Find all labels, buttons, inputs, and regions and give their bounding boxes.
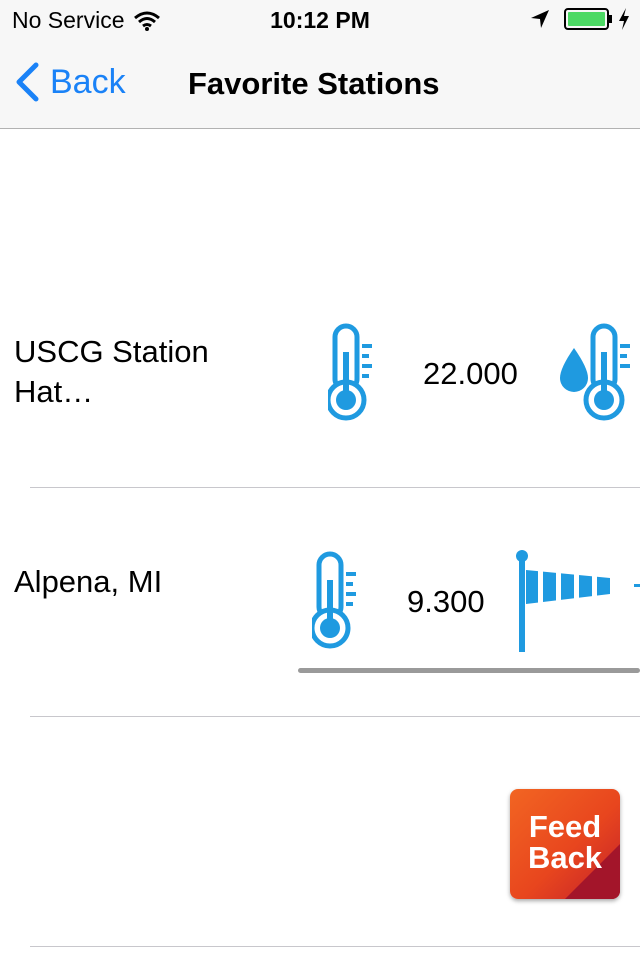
status-right	[530, 8, 630, 30]
water-temperature-icon	[560, 323, 630, 421]
back-label: Back	[50, 62, 126, 101]
station-value: 22.000	[423, 356, 518, 391]
location-arrow-icon	[531, 10, 549, 28]
chevron-left-icon	[16, 62, 39, 102]
thermometer-icon	[328, 323, 372, 421]
row-divider	[30, 716, 640, 717]
feedback-line-2: Back	[527, 840, 603, 875]
station-value: 9.300	[407, 584, 485, 619]
row-divider	[30, 946, 640, 947]
station-name: Alpena, MI	[14, 564, 163, 599]
navigation-bar: Back Favorite Stations	[0, 40, 640, 129]
thermometer-icon	[312, 551, 356, 649]
charging-bolt-icon	[619, 8, 629, 30]
station-name: USCG Station Hat…	[14, 334, 209, 409]
page-title: Favorite Stations	[188, 66, 440, 101]
status-bar: No Service 10:12 PM	[0, 0, 640, 40]
station-row[interactable]: USCG Station Hat… 22.000	[0, 280, 640, 488]
horizontal-scroll-indicator[interactable]	[298, 668, 640, 673]
feedback-label: Feed Back	[510, 811, 620, 873]
feedback-button[interactable]: Feed Back	[510, 789, 620, 899]
feedback-line-1: Feed	[528, 809, 602, 844]
station-row[interactable]: Alpena, MI 9.300	[0, 488, 640, 716]
back-button[interactable]: Back	[14, 62, 126, 102]
battery-icon	[564, 8, 612, 30]
windsock-icon	[516, 550, 640, 652]
